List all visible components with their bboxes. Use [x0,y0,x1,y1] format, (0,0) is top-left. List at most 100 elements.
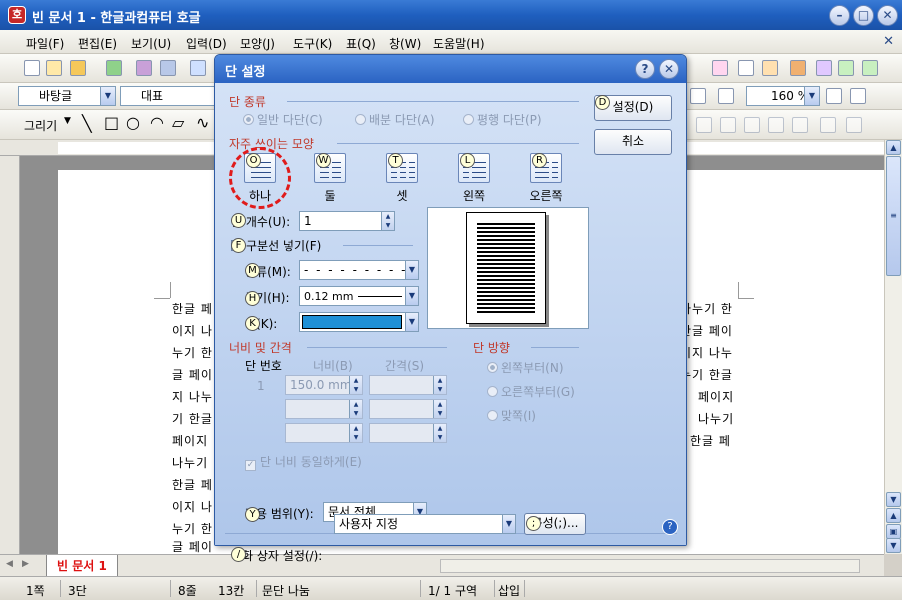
align-right-icon[interactable] [718,88,734,104]
chevron-down-icon[interactable]: ▼ [502,515,515,533]
rectangle-icon[interactable]: □ [104,113,119,132]
spinner-icon[interactable]: ▲ ▼ [433,424,446,442]
spinner-icon[interactable]: ▲ ▼ [433,376,446,394]
print-icon[interactable] [136,60,152,76]
help-icon[interactable]: ? [635,59,655,79]
close-icon[interactable]: ✕ [659,59,679,79]
memo-icon[interactable] [762,60,778,76]
ellipse-icon[interactable]: ○ [126,113,140,132]
doc-line: 누기 한글 [680,368,733,382]
scroll-thumb[interactable]: ≡ [886,156,901,276]
menu-edit[interactable]: 편집(E) [78,35,117,52]
distribute-column-radio[interactable]: 배분 다단(A) [355,111,435,128]
chevron-down-icon[interactable]: ▼ [804,87,819,105]
column-width-input[interactable]: ▲ ▼ [285,399,363,419]
book-icon[interactable] [790,60,806,76]
zoom-select[interactable]: 160 % ▼ [746,86,820,106]
equal-width-checkbox[interactable]: ✓ 단 너비 동일하게(E) [245,453,362,471]
spinner-icon[interactable]: ▲ ▼ [381,212,394,230]
dialog-settings-select[interactable]: 사용자 지정 ▼ [334,514,516,534]
menu-table[interactable]: 표(Q) [346,35,376,52]
open-folder-icon[interactable] [70,60,86,76]
document-close-icon[interactable]: ✕ [883,34,894,49]
line-color-select[interactable]: ▼ [299,312,419,332]
ungroup-icon[interactable] [720,117,736,133]
vertical-ruler[interactable] [0,156,20,554]
page-one-icon[interactable] [838,60,854,76]
chevron-down-icon[interactable]: ▼ [405,261,418,279]
line-spacing-down-icon[interactable] [850,88,866,104]
menu-insert[interactable]: 입력(D) [186,35,227,52]
prev-page-icon[interactable]: ▲ [886,508,901,523]
next-page-icon[interactable]: ▼ [886,538,901,553]
new-document-icon[interactable] [24,60,40,76]
line-spacing-up-icon[interactable] [826,88,842,104]
style-select[interactable]: 바탕글 ▼ [18,86,116,106]
spinner-icon[interactable]: ▲ ▼ [433,400,446,418]
menu-file[interactable]: 파일(F) [26,35,64,52]
column-width-input[interactable]: ▲ ▼ [285,423,363,443]
normal-column-radio[interactable]: 일반 다단(C) [243,111,323,128]
arc-icon[interactable]: ◠ [150,113,164,132]
save-icon[interactable] [106,60,122,76]
copy-format-icon[interactable] [738,60,754,76]
left-to-right-radio[interactable]: 왼쪽부터(N) [487,359,564,376]
spinner-icon[interactable]: ▲ ▼ [349,400,362,418]
chevron-down-icon[interactable]: ▼ [64,116,71,126]
line-width-select[interactable]: 0.12 mm ▼ [299,286,419,306]
group-icon[interactable] [696,117,712,133]
chevron-down-icon[interactable]: ▼ [405,313,418,331]
template-icon[interactable] [46,60,62,76]
style-icon[interactable] [712,60,728,76]
right-to-left-radio[interactable]: 오른쪽부터(G) [487,383,575,400]
column-count-input[interactable]: 1 ▲ ▼ [299,211,395,231]
scroll-up-icon[interactable]: ▲ [886,140,901,155]
app-icon[interactable]: 호 [8,6,26,24]
dialog-title-bar[interactable]: 단 설정 ? ✕ [215,55,686,83]
undo-icon[interactable] [190,60,206,76]
chevron-down-icon[interactable]: ▼ [100,87,115,105]
align-objects-icon[interactable] [792,117,808,133]
parallel-column-radio[interactable]: 평행 다단(P) [463,111,542,128]
draw-label[interactable]: 그리기 [24,117,57,134]
send-back-icon[interactable] [768,117,784,133]
column-width-input[interactable]: 150.0 mm ▲ ▼ [285,375,363,395]
scroll-down-icon[interactable]: ▼ [886,492,901,507]
menu-view[interactable]: 보기(U) [131,35,171,52]
column-gap-input[interactable]: ▲ ▼ [369,423,447,443]
minimize-icon[interactable]: – [829,5,850,26]
menu-tools[interactable]: 도구(K) [293,35,332,52]
line-icon[interactable]: ╲ [82,114,92,133]
print-preview-icon[interactable] [160,60,176,76]
tab-prev-icon[interactable]: ◀ [6,559,13,569]
vertical-scrollbar[interactable]: ▲ ≡ ▼ ▲ ▣ ▼ [884,140,902,554]
menu-window[interactable]: 창(W) [389,35,421,52]
spinner-icon[interactable]: ▲ ▼ [349,424,362,442]
align-center-icon[interactable] [690,88,706,104]
tab-next-icon[interactable]: ▶ [22,559,29,569]
chevron-down-icon[interactable]: ▼ [405,287,418,305]
line-kind-select[interactable]: - - - - - - - - - - ▼ [299,260,419,295]
column-gap-input[interactable]: ▲ ▼ [369,399,447,419]
cancel-button[interactable]: 취소 [594,129,672,155]
page-mode-icon[interactable]: ▣ [886,524,901,539]
bring-front-icon[interactable] [744,117,760,133]
menu-help[interactable]: 도움말(H) [433,35,485,52]
page-two-icon[interactable] [862,60,878,76]
tab-document[interactable]: 빈 문서 1 [46,555,118,577]
window-title-bar[interactable]: 호 빈 문서 1 - 한글과컴퓨터 호글 – □ ✕ [0,0,902,30]
curve-icon[interactable]: ∿ [196,113,209,132]
menu-format[interactable]: 모양(J) [240,35,275,52]
maximize-icon[interactable]: □ [853,5,874,26]
present-icon[interactable] [816,60,832,76]
close-icon[interactable]: ✕ [877,5,898,26]
font-select[interactable]: 대표 [120,86,216,106]
rotate-icon[interactable] [820,117,836,133]
flip-icon[interactable] [846,117,862,133]
spinner-icon[interactable]: ▲ ▼ [349,376,362,394]
dialog-help-icon[interactable]: ? [662,519,678,535]
polygon-icon[interactable]: ▱ [172,113,184,132]
column-gap-input[interactable]: ▲ ▼ [369,375,447,395]
horizontal-scrollbar[interactable] [440,559,860,573]
facing-radio[interactable]: 맞쪽(I) [487,407,536,424]
